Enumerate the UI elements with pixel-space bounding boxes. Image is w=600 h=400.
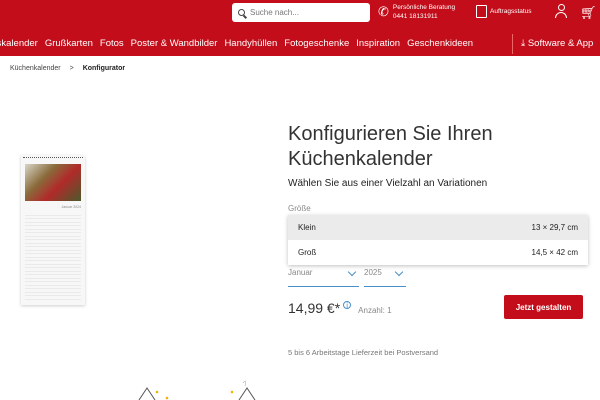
size-options: Klein 13 × 29,7 cm Groß 14,5 × 42 cm — [288, 215, 588, 265]
price-row: 14,99 €* i Anzahl: 1 — [288, 300, 392, 316]
nav-item[interactable]: Fotogeschenke — [284, 38, 349, 49]
nav-item[interactable]: tskalender — [0, 38, 38, 49]
breadcrumb: Küchenkalender > Konfigurator — [10, 65, 125, 72]
order-status-link[interactable]: Auftragsstatus — [476, 5, 532, 18]
size-option-klein[interactable]: Klein 13 × 29,7 cm — [288, 215, 588, 240]
size-dims: 14,5 × 42 cm — [531, 248, 578, 257]
spiral-binding — [23, 157, 83, 160]
calendar-photo — [25, 164, 81, 201]
breadcrumb-current: Konfigurator — [82, 65, 126, 72]
info-icon[interactable]: i — [343, 301, 352, 310]
nav-item[interactable]: Inspiration — [356, 38, 400, 49]
nav-item[interactable]: Geschenkideen — [407, 38, 473, 49]
month-value: Januar — [288, 268, 313, 277]
design-now-button[interactable]: Jetzt gestalten — [504, 295, 583, 319]
year-select[interactable]: 2025 — [364, 267, 406, 287]
month-select[interactable]: Januar — [288, 267, 359, 287]
calendar-month: Januar 2024 — [61, 205, 81, 209]
download-icon: ⤓ — [521, 38, 528, 49]
decoration-illustration — [138, 380, 256, 400]
nav-item[interactable]: Handyhüllen — [224, 38, 277, 49]
calendar-preview: Januar 2024 — [21, 155, 85, 305]
quantity: Anzahl: 1 — [358, 306, 392, 315]
chevron-down-icon — [394, 267, 404, 277]
nav-item[interactable]: Grußkarten — [45, 38, 93, 49]
contact-link[interactable]: ✆ Persönliche Beratung 0441 18131911 — [378, 3, 455, 21]
size-name: Groß — [298, 248, 317, 257]
search-icon — [238, 9, 245, 16]
nav-item[interactable]: Poster & Wandbilder — [131, 38, 218, 49]
phone-icon: ✆ — [378, 4, 389, 19]
page-title: Konfigurieren Sie Ihren Küchenkalender — [288, 123, 493, 170]
page-subtitle: Wählen Sie aus einer Vielzahl an Variati… — [288, 178, 488, 189]
year-value: 2025 — [364, 268, 382, 277]
main-nav: tskalender Grußkarten Fotos Poster & Wan… — [0, 38, 473, 49]
size-label: Größe — [288, 204, 311, 213]
search-placeholder: Suche nach... — [250, 8, 299, 17]
search-input[interactable]: Suche nach... — [232, 3, 370, 22]
order-status-icon — [476, 5, 487, 18]
delivery-info: 5 bis 6 Arbeitstage Lieferzeit bei Postv… — [288, 348, 439, 357]
top-header: Suche nach... ✆ Persönliche Beratung 0441 … — [0, 0, 600, 56]
contact-title: Persönliche Beratung — [392, 4, 456, 11]
size-name: Klein — [298, 223, 316, 232]
contact-phone: 0441 18131911 — [392, 13, 438, 20]
nav-item[interactable]: Fotos — [100, 38, 124, 49]
breadcrumb-item[interactable]: Küchenkalender — [10, 65, 61, 72]
breadcrumb-separator: > — [69, 65, 74, 72]
nav-divider — [512, 34, 513, 54]
price: 14,99 €* — [288, 300, 341, 316]
size-option-gross[interactable]: Groß 14,5 × 42 cm — [288, 240, 588, 265]
account-icon[interactable] — [554, 4, 568, 20]
chevron-down-icon — [347, 267, 357, 277]
software-label: Software & App — [527, 38, 594, 49]
software-link[interactable]: ⤓ Software & App — [521, 38, 593, 49]
calendar-lines — [25, 212, 81, 301]
size-dims: 13 × 29,7 cm — [531, 223, 578, 232]
cart-icon[interactable]: 🛒︎ — [580, 5, 597, 21]
order-status-label: Auftragsstatus — [490, 8, 532, 15]
